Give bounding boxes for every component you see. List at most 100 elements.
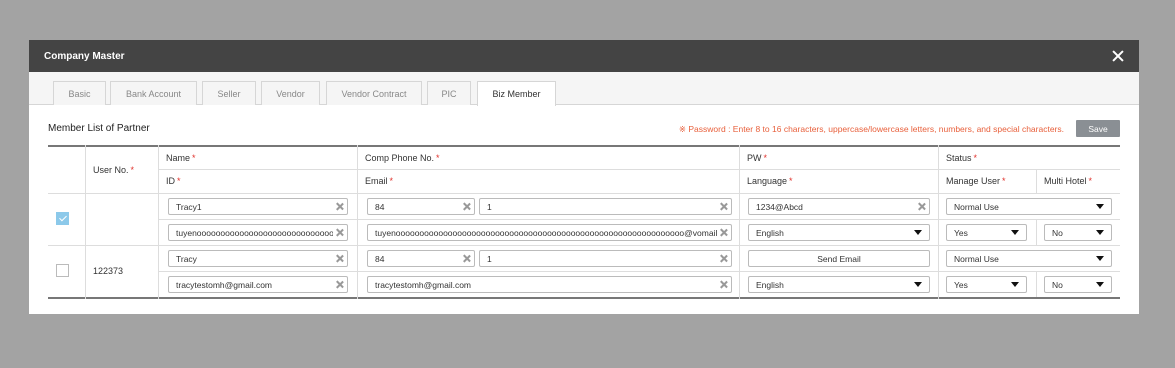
input-value: tuyenooooooooooooooooooooooooooooooooooo… <box>176 227 333 238</box>
divider <box>48 245 1120 246</box>
password-note: ※ Password : Enter 8 to 16 characters, u… <box>678 124 1064 134</box>
tab-biz-member[interactable]: Biz Member <box>477 81 556 106</box>
email-input[interactable]: tuyenooooooooooooooooooooooooooooooooooo… <box>367 224 732 241</box>
id-input[interactable]: tuyenooooooooooooooooooooooooooooooooooo… <box>168 224 348 241</box>
input-value: Tracy <box>176 253 197 264</box>
divider <box>158 219 1120 220</box>
name-input[interactable]: Tracy <box>168 250 348 267</box>
member-table: User No. * Name * ID * Comp Phone No. * Emai… <box>48 145 1120 299</box>
header-label: ID <box>166 176 175 186</box>
divider <box>48 193 1120 194</box>
save-button[interactable]: Save <box>1076 120 1120 137</box>
status-select[interactable]: Normal Use <box>946 250 1112 267</box>
divider <box>1036 169 1037 193</box>
header-multi-hotel: Multi Hotel * <box>1044 169 1092 193</box>
id-input[interactable]: tracytestomh@gmail.com <box>168 276 348 293</box>
email-input[interactable]: tracytestomh@gmail.com <box>367 276 732 293</box>
input-value: 1 <box>487 201 492 212</box>
language-select[interactable]: English <box>748 224 930 241</box>
header-name: Name * <box>166 147 196 169</box>
manage-user-select[interactable]: Yes <box>946 276 1027 293</box>
company-master-modal: Company Master Basic Bank Account Seller… <box>29 40 1139 314</box>
select-value: No <box>1052 227 1063 238</box>
send-email-button[interactable]: Send Email <box>748 250 930 267</box>
clear-icon[interactable] <box>915 199 929 214</box>
header-label: Language <box>747 176 788 186</box>
header-id: ID * <box>166 169 181 193</box>
clear-icon[interactable] <box>717 199 731 214</box>
clear-icon[interactable] <box>460 199 474 214</box>
divider <box>1036 219 1037 245</box>
phone-code-input[interactable]: 84 <box>367 198 475 215</box>
table-bottom-border <box>48 297 1120 299</box>
caret-down-icon <box>1011 230 1019 235</box>
name-input[interactable]: Tracy1 <box>168 198 348 215</box>
header-label: Multi Hotel <box>1044 176 1087 186</box>
header-label: PW <box>747 153 762 163</box>
header-pw: PW * <box>747 147 767 169</box>
manage-user-select[interactable]: Yes <box>946 224 1027 241</box>
select-value: Normal Use <box>954 253 999 264</box>
clear-icon[interactable] <box>717 277 731 292</box>
close-icon[interactable] <box>1112 50 1124 62</box>
section-title: Member List of Partner <box>48 123 150 134</box>
caret-down-icon <box>914 230 922 235</box>
phone-number-input[interactable]: 1 <box>479 198 732 215</box>
header-label: Comp Phone No. <box>365 153 435 163</box>
password-input[interactable]: 1234@Abcd <box>748 198 930 215</box>
input-value: tuyenooooooooooooooooooooooooooooooooooo… <box>375 227 717 238</box>
divider <box>158 271 1120 272</box>
clear-icon[interactable] <box>333 251 347 266</box>
required-mark: * <box>436 153 440 163</box>
clear-icon[interactable] <box>333 199 347 214</box>
required-mark: * <box>130 165 135 175</box>
tab-pic[interactable]: PIC <box>427 81 471 105</box>
divider <box>1036 271 1037 297</box>
select-value: Yes <box>954 279 968 290</box>
input-value: tracytestomh@gmail.com <box>176 279 273 290</box>
header-label: Manage User <box>946 176 1001 186</box>
clear-icon[interactable] <box>717 251 731 266</box>
required-mark: * <box>177 176 181 186</box>
required-mark: * <box>389 176 394 186</box>
header-email: Email * <box>365 169 393 193</box>
required-mark: * <box>973 153 978 163</box>
required-mark: * <box>763 153 768 163</box>
clear-icon[interactable] <box>333 225 347 240</box>
caret-down-icon <box>1011 282 1019 287</box>
phone-number-input[interactable]: 1 <box>479 250 732 267</box>
select-value: No <box>1052 279 1063 290</box>
caret-down-icon <box>914 282 922 287</box>
language-select[interactable]: English <box>748 276 930 293</box>
tab-vendor[interactable]: Vendor <box>261 81 320 105</box>
caret-down-icon <box>1096 204 1104 209</box>
tab-vendor-contract[interactable]: Vendor Contract <box>326 81 422 105</box>
row-checkbox[interactable] <box>56 212 69 225</box>
modal-header: Company Master <box>29 40 1139 72</box>
input-value: 84 <box>375 253 385 264</box>
divider <box>158 145 159 299</box>
required-mark: * <box>1088 176 1093 186</box>
clear-icon[interactable] <box>460 251 474 266</box>
tab-seller[interactable]: Seller <box>202 81 256 105</box>
row-checkbox[interactable] <box>56 264 69 277</box>
required-mark: * <box>1002 176 1006 186</box>
header-manage-user: Manage User * <box>946 169 1006 193</box>
caret-down-icon <box>1096 282 1104 287</box>
divider <box>938 145 939 299</box>
input-value: 84 <box>375 201 385 212</box>
tab-bar: Basic Bank Account Seller Vendor Vendor … <box>29 72 1139 106</box>
tab-bank-account[interactable]: Bank Account <box>110 81 197 105</box>
multi-hotel-select[interactable]: No <box>1044 224 1112 241</box>
divider <box>85 145 86 299</box>
clear-icon[interactable] <box>717 225 731 240</box>
select-value: English <box>756 279 784 290</box>
clear-icon[interactable] <box>333 277 347 292</box>
input-value: Tracy1 <box>176 201 202 212</box>
tab-basic[interactable]: Basic <box>53 81 106 105</box>
phone-code-input[interactable]: 84 <box>367 250 475 267</box>
select-value: English <box>756 227 784 238</box>
required-mark: * <box>789 176 793 186</box>
status-select[interactable]: Normal Use <box>946 198 1112 215</box>
multi-hotel-select[interactable]: No <box>1044 276 1112 293</box>
